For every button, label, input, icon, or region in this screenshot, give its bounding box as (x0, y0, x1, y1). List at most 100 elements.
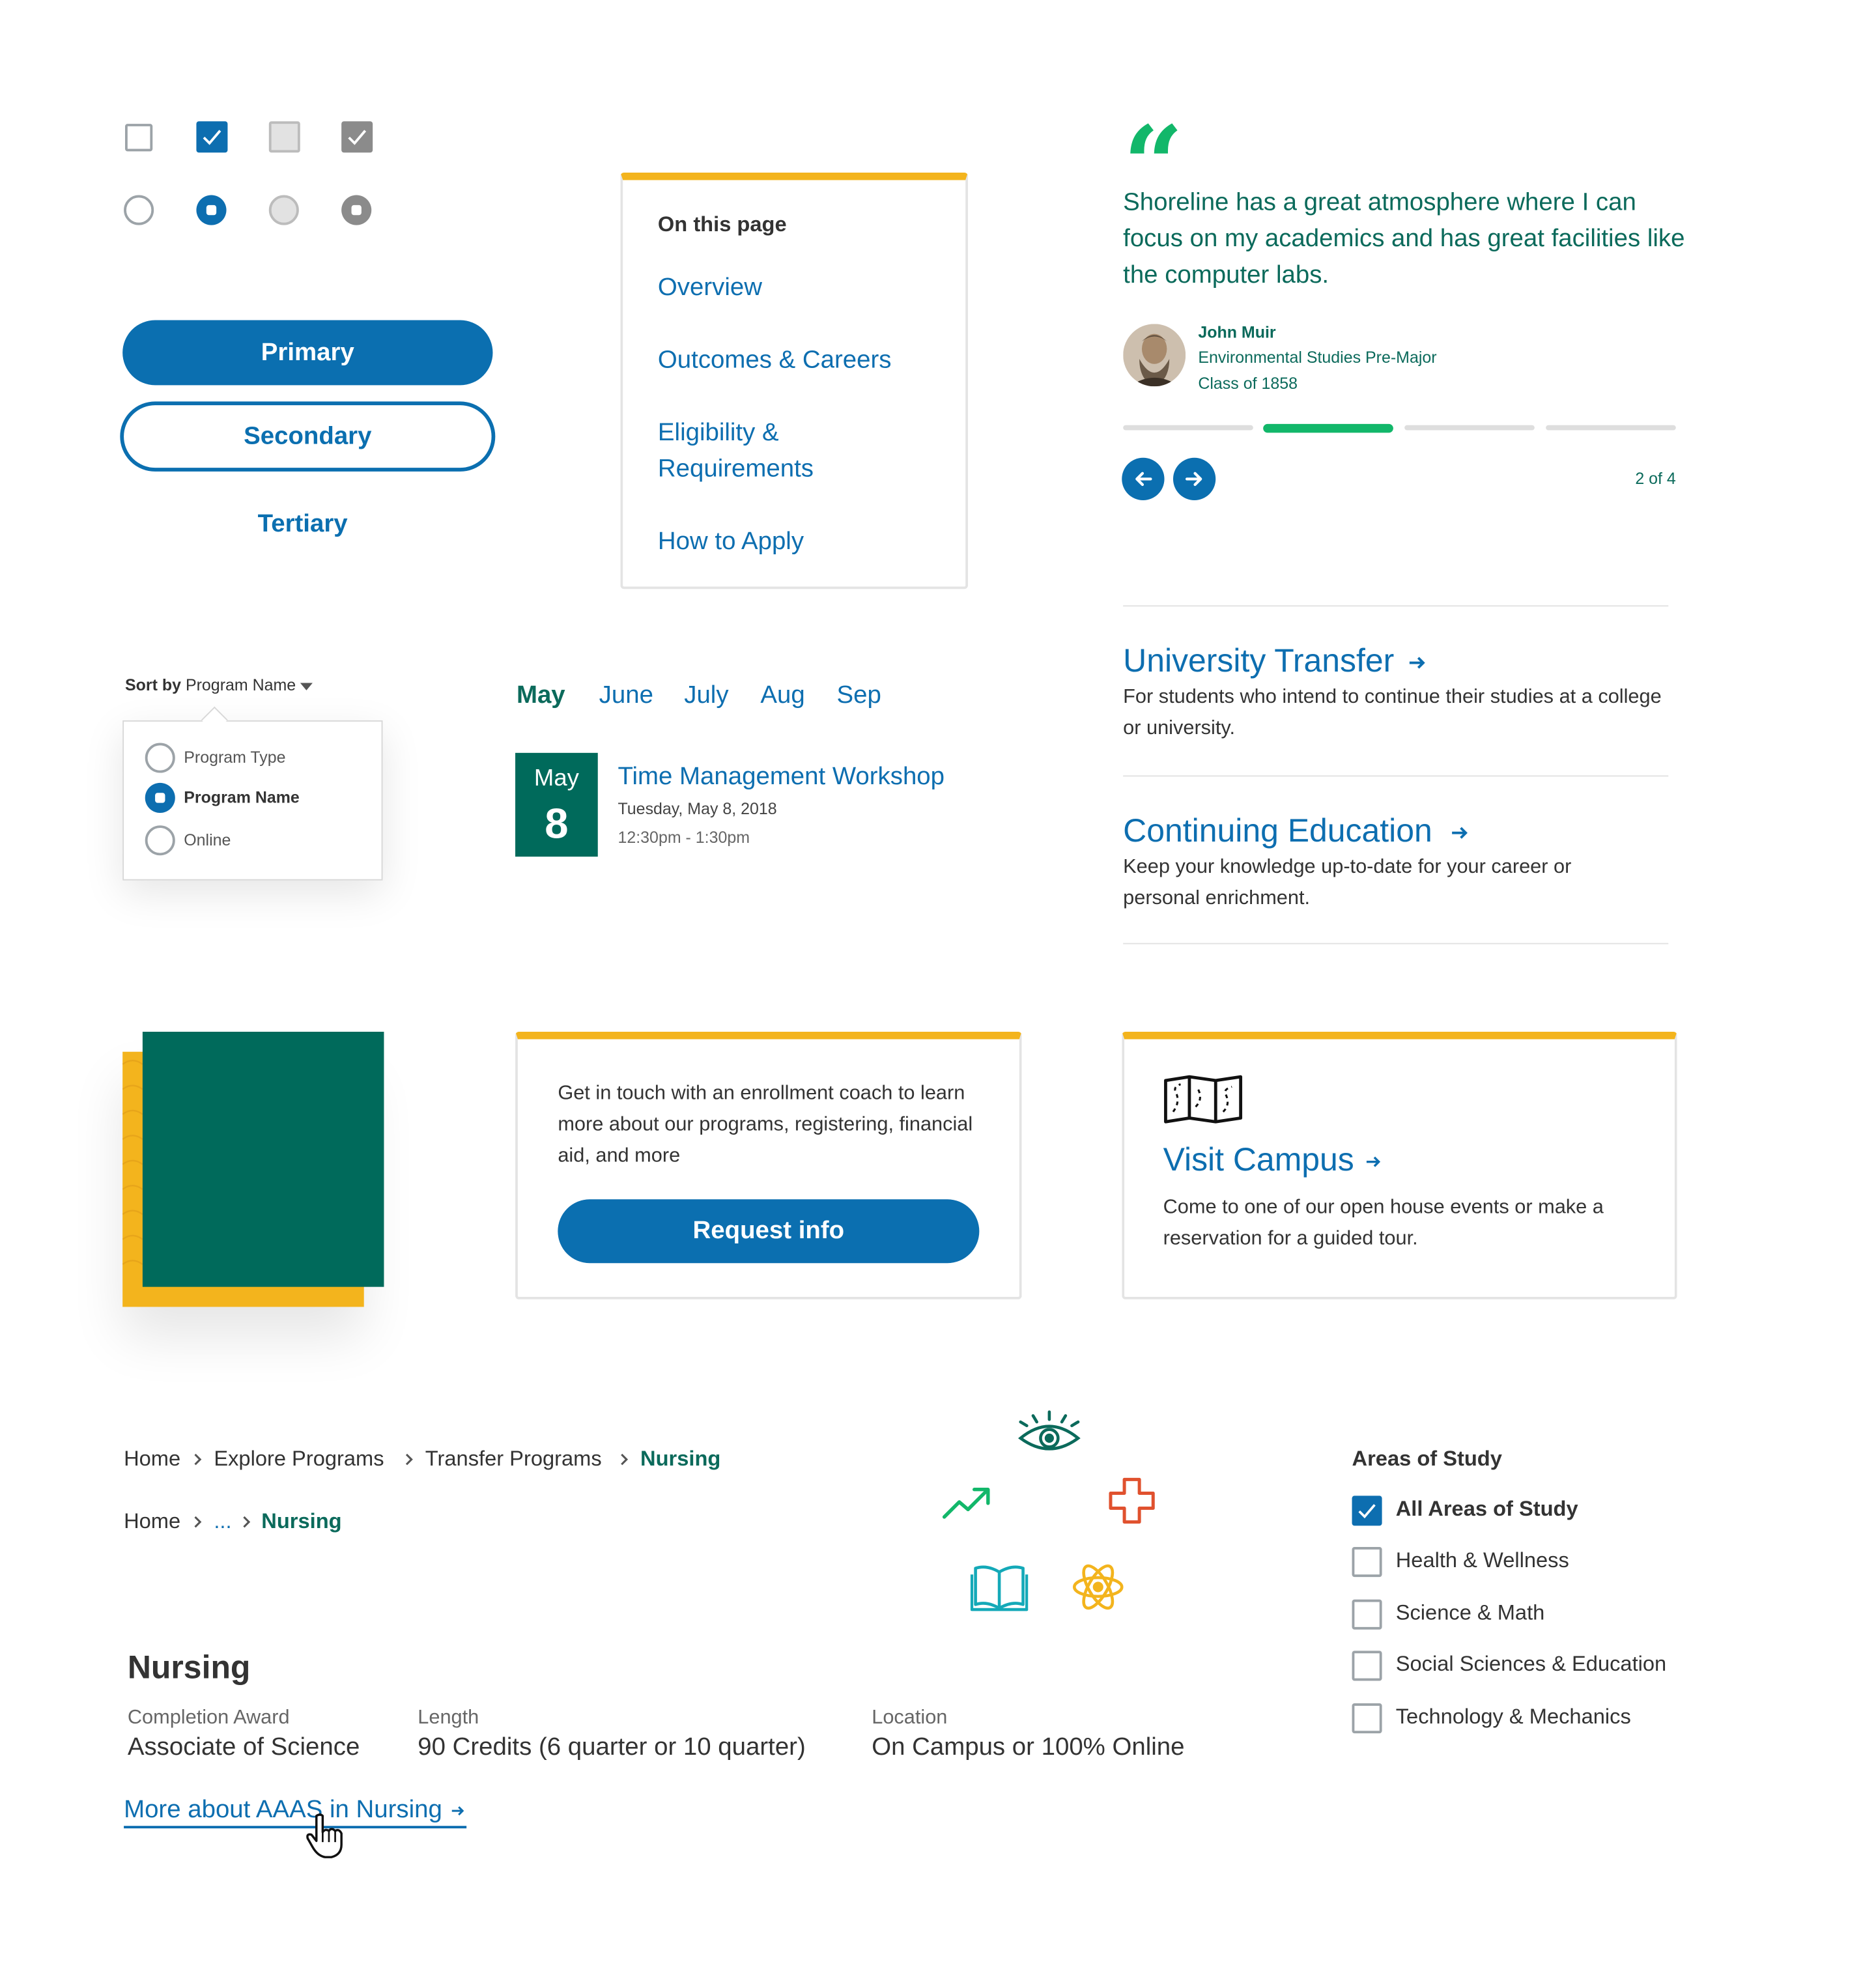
breadcrumb-ellipsis[interactable]: ... (214, 1509, 231, 1534)
image-placeholder (142, 1032, 384, 1287)
event-date: Tuesday, May 8, 2018 (618, 799, 777, 818)
carousel-indicator-2[interactable] (1263, 423, 1393, 433)
medical-cross-icon (1109, 1477, 1155, 1524)
check-icon (348, 130, 367, 145)
event-day: 8 (545, 800, 569, 848)
more-link-label: More about AAAS in Nursing (124, 1796, 442, 1824)
toc-link-overview[interactable]: Overview (658, 270, 946, 307)
on-this-page-title: On this page (657, 212, 787, 236)
month-tab-sep[interactable]: Sep (836, 681, 881, 710)
avatar (1123, 324, 1186, 387)
radio-unselected (145, 743, 175, 773)
carousel-indicator-1[interactable] (1123, 425, 1253, 431)
more-about-program-link[interactable]: More about AAAS in Nursing (124, 1796, 467, 1829)
location-label: Location (872, 1707, 948, 1729)
divider (1123, 943, 1669, 944)
radio-selected[interactable] (196, 195, 227, 225)
visit-campus-link[interactable]: Visit Campus (1163, 1141, 1384, 1180)
request-info-button[interactable]: Request info (558, 1199, 980, 1264)
secondary-button[interactable]: Secondary (120, 401, 496, 472)
month-tab-aug[interactable]: Aug (760, 681, 804, 710)
check-icon (1358, 1504, 1376, 1519)
arrow-right-icon (452, 1806, 464, 1815)
divider (1123, 775, 1669, 777)
sort-option-label: Online (184, 830, 231, 849)
checkbox-unchecked (1352, 1703, 1382, 1734)
primary-button[interactable]: Primary (122, 320, 493, 386)
map-icon (1164, 1075, 1243, 1124)
filter-label: Health & Wellness (1395, 1548, 1569, 1572)
link-description: For students who intend to continue thei… (1123, 687, 1662, 739)
arrow-right-icon (1185, 472, 1202, 487)
atom-icon (1072, 1564, 1124, 1610)
sort-option-label: Program Type (184, 748, 286, 767)
length-label: Length (418, 1707, 479, 1729)
toc-link-eligibility[interactable]: Eligibility & Requirements (658, 415, 846, 487)
filter-label: Science & Math (1395, 1600, 1545, 1625)
breadcrumb-current: Nursing (640, 1447, 721, 1471)
filter-label: Social Sciences & Education (1395, 1652, 1667, 1676)
pattern-decoration (122, 1060, 143, 1266)
on-this-page-nav: On this page Overview Outcomes & Careers… (620, 172, 969, 589)
arrow-right-icon (1452, 827, 1468, 839)
month-tab-may[interactable]: May (517, 681, 565, 710)
location-value: On Campus or 100% Online (872, 1733, 1185, 1761)
month-tab-july[interactable]: July (684, 681, 728, 710)
sort-label: Sort by (125, 675, 182, 694)
checkbox-checked[interactable] (196, 121, 228, 153)
event-month: May (533, 765, 579, 792)
link-description: Keep your knowledge up-to-date for your … (1123, 857, 1572, 909)
testimonial-quote: Shoreline has a great atmosphere where I… (1123, 188, 1685, 289)
arrow-right-icon (1366, 1156, 1380, 1167)
testimonial-program: Environmental Studies Pre-Major (1198, 347, 1437, 367)
testimonial-name: John Muir (1198, 322, 1276, 342)
trending-up-icon (942, 1488, 990, 1519)
completion-award-label: Completion Award (127, 1707, 290, 1729)
carousel-indicator-3[interactable] (1404, 425, 1535, 431)
breadcrumb-explore-programs[interactable]: Explore Programs (214, 1447, 384, 1471)
checkbox-disabled-checked (341, 121, 373, 153)
carousel-prev-button[interactable] (1122, 457, 1165, 500)
chevron-right-icon (194, 1453, 202, 1466)
event-title-link[interactable]: Time Management Workshop (618, 763, 945, 791)
month-tab-june[interactable]: June (599, 681, 653, 710)
link-continuing-education[interactable]: Continuing Education (1123, 812, 1471, 851)
toc-link-how-to-apply[interactable]: How to Apply (658, 524, 946, 560)
toc-link-outcomes[interactable]: Outcomes & Careers (658, 343, 946, 379)
radio-selected (145, 782, 175, 813)
breadcrumb-current: Nursing (261, 1509, 342, 1533)
radio-disabled-selected (341, 195, 372, 225)
sort-dropdown[interactable]: Sort by Program Name (125, 675, 313, 694)
breadcrumb-transfer-programs[interactable]: Transfer Programs (425, 1447, 602, 1471)
link-title: University Transfer (1123, 641, 1395, 679)
checkbox-unchecked (1352, 1547, 1382, 1578)
carousel-counter: 2 of 4 (1635, 469, 1676, 488)
carousel-indicator-4[interactable] (1546, 425, 1676, 431)
checkbox-unchecked (1352, 1599, 1382, 1630)
radio-unselected[interactable] (124, 195, 154, 225)
link-university-transfer[interactable]: University Transfer (1123, 642, 1428, 681)
visit-campus-text: Come to one of our open house events or … (1163, 1197, 1604, 1250)
arrow-left-icon (1135, 472, 1152, 487)
event-time: 12:30pm - 1:30pm (618, 828, 750, 847)
completion-award-value: Associate of Science (127, 1733, 360, 1761)
eye-icon (1017, 1410, 1081, 1451)
event-date-badge: May 8 (515, 752, 598, 857)
filter-label: Technology & Mechanics (1395, 1704, 1631, 1729)
areas-of-study-title: Areas of Study (1352, 1447, 1502, 1471)
tertiary-button[interactable]: Tertiary (200, 505, 405, 543)
checkbox-unchecked (1352, 1651, 1382, 1681)
chevron-right-icon (243, 1516, 251, 1528)
sort-selected-value: Program Name (185, 675, 296, 694)
radio-disabled (268, 195, 299, 225)
carousel-next-button[interactable] (1172, 457, 1216, 500)
breadcrumb-home[interactable]: Home (124, 1509, 180, 1534)
length-value: 90 Credits (6 quarter or 10 quarter) (418, 1733, 806, 1761)
link-title: Continuing Education (1123, 812, 1432, 849)
checkbox-checked (1352, 1496, 1382, 1526)
checkbox-unchecked[interactable] (125, 124, 153, 152)
breadcrumb-home[interactable]: Home (124, 1447, 180, 1471)
chevron-right-icon (405, 1453, 413, 1466)
style-guide-canvas: Primary Secondary Tertiary On this page … (0, 0, 1876, 1971)
filter-label: All Areas of Study (1395, 1497, 1578, 1521)
